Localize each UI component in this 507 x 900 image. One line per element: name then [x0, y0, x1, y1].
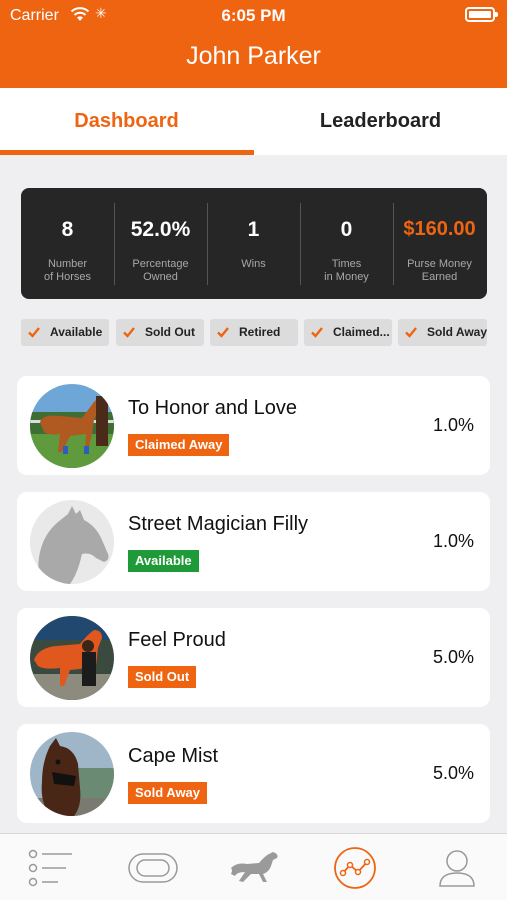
- tab-analytics[interactable]: [304, 834, 405, 900]
- page-title: John Parker: [186, 42, 321, 70]
- stat-label: Wins: [241, 258, 266, 270]
- filter-label: Sold Out: [145, 325, 195, 339]
- status-filters: Available Sold Out Retired Claimed... So…: [21, 319, 487, 346]
- stat-value: 1: [247, 218, 260, 241]
- stat-label: Percentage Owned: [132, 258, 189, 283]
- stat-label: Purse Money Earned: [407, 258, 472, 283]
- status-badge: Sold Away: [128, 782, 208, 804]
- horse-card[interactable]: To Honor and Love Claimed Away 1.0%: [17, 376, 490, 475]
- analytics-icon: [334, 847, 376, 889]
- stats-summary-card: 8 Number of Horses 52.0% Percentage Owned …: [21, 188, 487, 299]
- stat-times-in-money: 0 Times in Money: [300, 188, 393, 299]
- stat-percentage-owned: 52.0% Percentage Owned: [114, 188, 207, 299]
- stat-value: 0: [340, 218, 353, 241]
- horse-photo-avatar: [30, 616, 114, 700]
- tab-racetrack[interactable]: [101, 834, 202, 900]
- status-bar: Carrier ✳ 6:05 PM: [0, 0, 507, 32]
- filter-available[interactable]: Available: [21, 319, 109, 346]
- nav-bar: John Parker: [0, 32, 507, 88]
- ownership-percentage: 5.0%: [432, 763, 474, 783]
- stat-value: 8: [61, 218, 74, 241]
- running-horse-icon: [231, 852, 278, 882]
- tab-profile[interactable]: [405, 834, 506, 900]
- stat-value: $160.00: [403, 218, 476, 240]
- horse-card[interactable]: Feel Proud Sold Out 5.0%: [17, 608, 490, 707]
- racetrack-icon: [128, 853, 178, 883]
- ownership-percentage: 1.0%: [432, 531, 474, 551]
- checkmark-icon: [28, 327, 40, 338]
- checkmark-icon: [123, 327, 135, 338]
- status-time: 6:05 PM: [221, 6, 286, 25]
- battery-icon: [465, 7, 498, 22]
- tab-horses[interactable]: [203, 834, 304, 900]
- filter-sold-out[interactable]: Sold Out: [116, 319, 204, 346]
- segment-tabs: Dashboard Leaderboard: [0, 88, 507, 155]
- filter-label: Claimed...: [333, 325, 390, 339]
- stat-label: Times in Money: [324, 258, 369, 283]
- stat-label: Number of Horses: [43, 258, 92, 283]
- tab-leaderboard[interactable]: Leaderboard: [254, 88, 507, 155]
- checkmark-icon: [217, 327, 229, 338]
- tab-list[interactable]: [0, 834, 101, 900]
- stat-purse-money: $160.00 Purse Money Earned: [393, 188, 486, 299]
- list-icon: [28, 849, 72, 887]
- horse-name: Street Magician Filly: [128, 513, 309, 535]
- filter-label: Available: [50, 325, 103, 339]
- ownership-percentage: 1.0%: [432, 415, 474, 435]
- horse-name: Feel Proud: [128, 629, 226, 651]
- active-tab-indicator: [0, 150, 254, 155]
- filter-label: Sold Away: [427, 325, 487, 339]
- stat-wins: 1 Wins: [207, 188, 300, 299]
- status-badge: Sold Out: [128, 666, 197, 688]
- horse-photo-avatar: [30, 732, 114, 816]
- stat-number-of-horses: 8 Number of Horses: [21, 188, 114, 299]
- horse-card[interactable]: Cape Mist Sold Away 5.0%: [17, 724, 490, 823]
- filter-retired[interactable]: Retired: [210, 319, 298, 346]
- stat-value: 52.0%: [130, 218, 191, 241]
- status-badge: Claimed Away: [128, 434, 230, 456]
- profile-icon: [439, 850, 475, 887]
- ownership-percentage: 5.0%: [432, 647, 474, 667]
- bottom-tab-bar: [0, 833, 507, 900]
- checkmark-icon: [311, 327, 323, 338]
- filter-label: Retired: [239, 325, 281, 339]
- tab-dashboard[interactable]: Dashboard: [0, 88, 253, 155]
- filter-sold-away[interactable]: Sold Away: [398, 319, 487, 346]
- horse-card[interactable]: Street Magician Filly Available 1.0%: [17, 492, 490, 591]
- horse-head-placeholder-icon: [30, 500, 114, 584]
- filter-claimed[interactable]: Claimed...: [304, 319, 392, 346]
- horse-name: Cape Mist: [128, 745, 219, 767]
- checkmark-icon: [405, 327, 417, 338]
- status-badge: Available: [128, 550, 199, 572]
- horse-photo-avatar: [30, 384, 114, 468]
- horse-name: To Honor and Love: [128, 397, 298, 419]
